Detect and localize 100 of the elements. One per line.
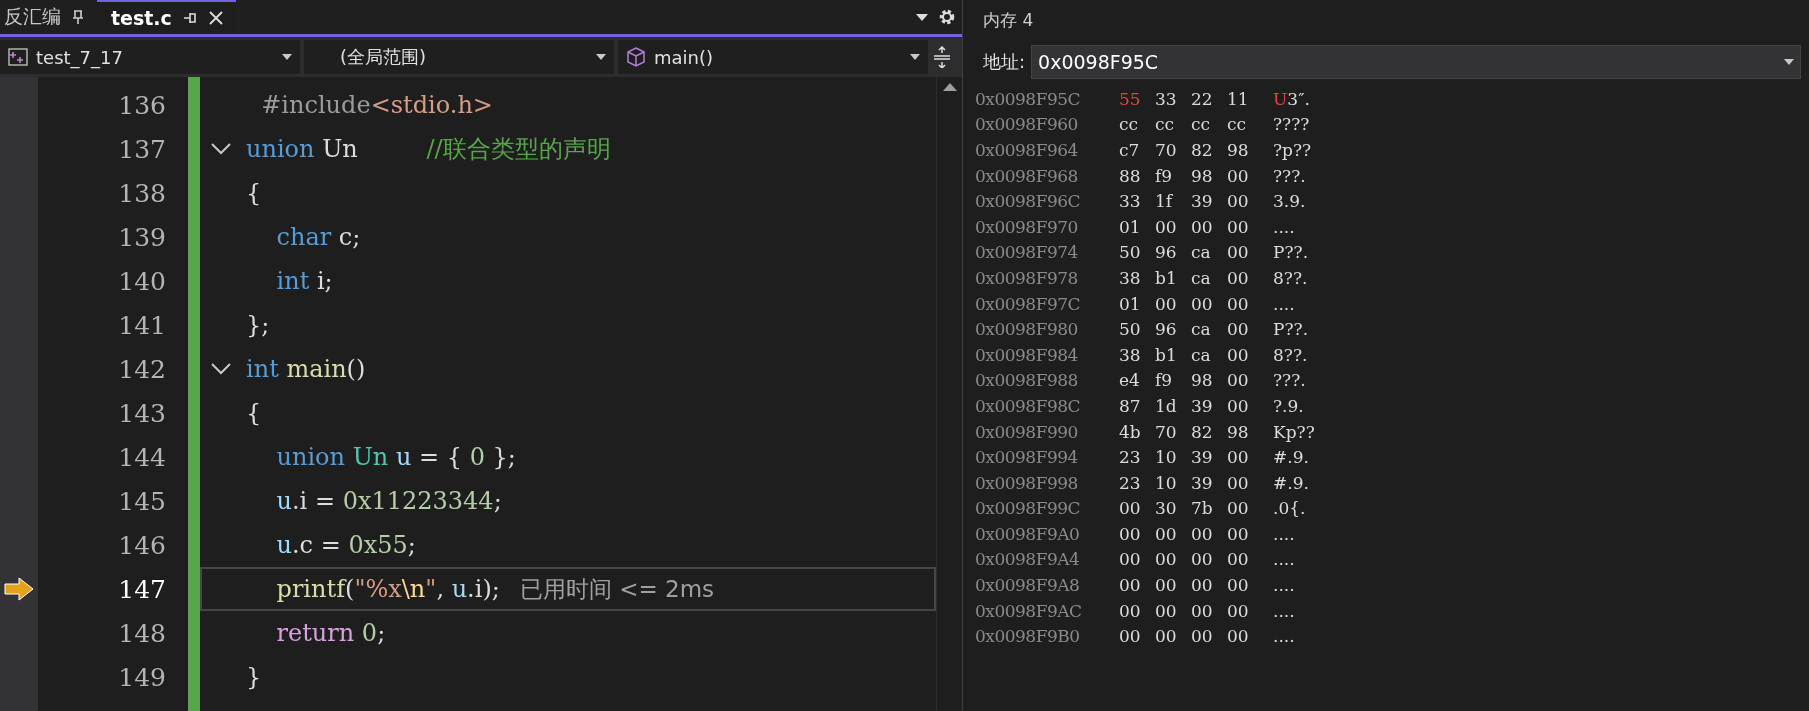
memory-address: 0x0098F97C <box>975 293 1082 314</box>
dropdown-caret-icon <box>596 54 606 60</box>
memory-address: 0x0098F980 <box>975 319 1079 340</box>
ascii-text: ?p?? <box>1273 140 1312 160</box>
memory-byte: 96 <box>1155 319 1178 340</box>
memory-byte: 00 <box>1227 600 1250 621</box>
document-tab[interactable]: 反汇编 <box>0 0 97 34</box>
memory-byte: cc <box>1191 114 1212 135</box>
memory-address: 0x0098F978 <box>975 267 1079 288</box>
code-line: } <box>246 663 262 691</box>
memory-byte: 00 <box>1227 370 1250 391</box>
dropdown-caret-icon[interactable] <box>916 13 928 21</box>
ascii-text: .... <box>1273 549 1295 570</box>
memory-address: 0x0098F974 <box>975 242 1079 263</box>
ascii-text: ?.9. <box>1273 395 1304 416</box>
memory-byte: cc <box>1119 114 1140 135</box>
line-number: 141 <box>118 310 167 340</box>
memory-byte: 22 <box>1191 88 1214 109</box>
line-number: 143 <box>118 398 167 428</box>
memory-address: 0x0098F998 <box>975 472 1079 493</box>
memory-byte: 00 <box>1191 626 1214 647</box>
memory-byte: 88 <box>1119 165 1142 186</box>
memory-byte: 00 <box>1227 498 1250 519</box>
scroll-up-icon[interactable] <box>942 83 957 91</box>
ascii-text: ???? <box>1273 114 1310 135</box>
memory-address: 0x0098F9B0 <box>975 626 1081 647</box>
ascii-text: 8??. <box>1273 267 1308 288</box>
code-line: }; <box>246 311 270 339</box>
memory-byte: 00 <box>1227 165 1250 186</box>
memory-byte: 33 <box>1155 88 1178 109</box>
memory-byte: ca <box>1191 319 1212 340</box>
collapse-chevron-icon[interactable] <box>211 143 231 155</box>
memory-byte: 00 <box>1227 191 1250 212</box>
code-line: char c; <box>275 223 361 251</box>
panel-title: 内存 4 <box>982 8 1035 32</box>
memory-byte: 00 <box>1155 600 1178 621</box>
pin-icon[interactable] <box>71 9 85 25</box>
ascii-text: 8??. <box>1273 344 1308 365</box>
memory-byte: 00 <box>1155 575 1178 596</box>
memory-byte: f9 <box>1155 370 1174 391</box>
ascii-text: .... <box>1273 600 1295 621</box>
memory-address: 0x0098F984 <box>975 344 1079 365</box>
memory-byte: 00 <box>1155 626 1178 647</box>
split-icon[interactable] <box>932 46 952 68</box>
memory-byte: 4b <box>1119 421 1142 442</box>
memory-byte: 70 <box>1155 140 1178 160</box>
memory-address: 0x0098F9A0 <box>975 523 1081 544</box>
code-line: #include<stdio.h> <box>260 91 493 119</box>
memory-address: 0x0098F99C <box>975 498 1082 519</box>
memory-byte: 39 <box>1191 395 1214 416</box>
code-line: { <box>246 399 262 427</box>
line-number: 138 <box>118 178 167 208</box>
memory-byte: 70 <box>1155 421 1178 442</box>
memory-byte: 10 <box>1155 447 1178 468</box>
memory-byte: 00 <box>1227 626 1250 647</box>
project-dropdown[interactable]: test_7_17 <box>0 40 300 74</box>
memory-byte: 33 <box>1119 191 1142 212</box>
scope-dropdown[interactable]: (全局范围) <box>304 40 614 74</box>
code-line: union Un //联合类型的声明 <box>246 134 611 165</box>
memory-byte: 00 <box>1227 549 1250 570</box>
memory-byte: f9 <box>1155 165 1174 186</box>
memory-byte: 7b <box>1191 498 1214 519</box>
memory-byte: 00 <box>1227 575 1250 596</box>
memory-byte: 00 <box>1119 626 1142 647</box>
line-number: 149 <box>118 662 167 692</box>
address-field[interactable]: 0x0098F95C <box>1031 45 1801 79</box>
memory-address: 0x0098F994 <box>975 447 1079 468</box>
pin-icon[interactable] <box>181 11 198 25</box>
memory-byte: 1f <box>1155 191 1174 212</box>
member-dropdown[interactable]: main() <box>618 40 928 74</box>
project-icon <box>8 48 28 66</box>
memory-byte: 00 <box>1191 600 1214 621</box>
ascii-text: 3.9. <box>1273 191 1306 212</box>
close-icon[interactable] <box>207 10 224 26</box>
ascii-text: .... <box>1273 216 1295 237</box>
code-line: union Un u = { 0 }; <box>275 443 516 471</box>
ascii-text: P??. <box>1273 242 1309 263</box>
memory-address: 0x0098F96C <box>975 191 1082 212</box>
memory-byte: 00 <box>1227 319 1250 340</box>
memory-byte: 50 <box>1119 242 1142 263</box>
memory-byte: 50 <box>1119 319 1142 340</box>
memory-byte: 23 <box>1119 472 1142 493</box>
ascii-text: ???. <box>1273 165 1306 186</box>
memory-byte: 00 <box>1119 600 1142 621</box>
memory-byte: 1d <box>1155 395 1178 416</box>
settings-icon[interactable] <box>938 8 956 26</box>
memory-byte: 00 <box>1191 523 1214 544</box>
memory-byte: 38 <box>1119 267 1142 288</box>
line-number: 137 <box>118 134 167 164</box>
dropdown-caret-icon[interactable] <box>1784 59 1794 65</box>
memory-byte: 00 <box>1119 549 1142 570</box>
line-number: 140 <box>118 266 167 296</box>
memory-address: 0x0098F9AC <box>975 600 1083 621</box>
memory-address: 0x0098F964 <box>975 140 1079 160</box>
collapse-chevron-icon[interactable] <box>211 363 231 375</box>
memory-byte: 00 <box>1227 216 1250 237</box>
memory-byte: 39 <box>1191 447 1214 468</box>
ascii-text: .0{. <box>1273 498 1306 519</box>
memory-address: 0x0098F98C <box>975 395 1082 416</box>
memory-byte: 39 <box>1191 191 1214 212</box>
